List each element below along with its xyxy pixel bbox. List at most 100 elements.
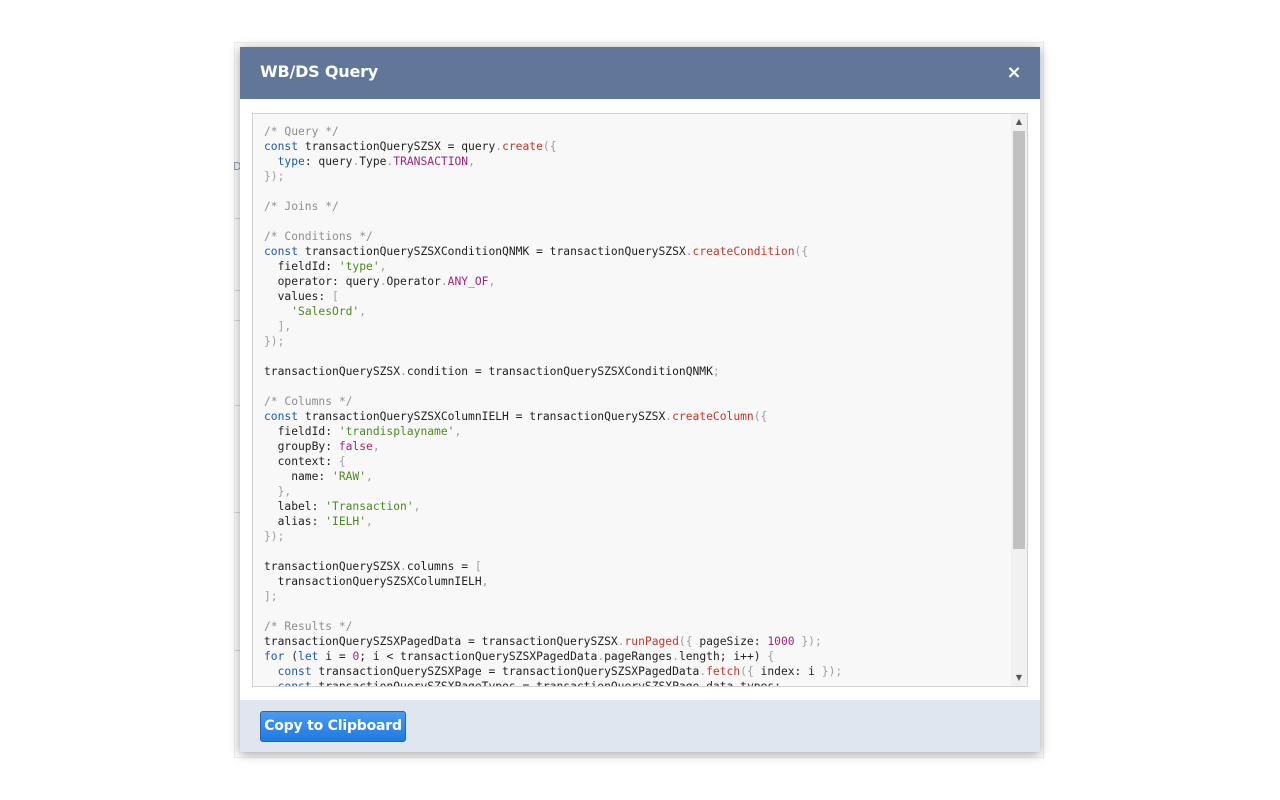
- code-textarea[interactable]: /* Query */const transactionQuerySZSX = …: [252, 113, 1028, 687]
- code-line: transactionQuerySZSXColumnIELH,: [264, 574, 1009, 589]
- code-token: });: [264, 170, 284, 183]
- scroll-down-arrow-icon[interactable]: ▼: [1011, 670, 1027, 686]
- modal-footer: Copy to Clipboard: [240, 700, 1040, 752]
- code-token: transactionQuerySZSXPagedData = transact…: [264, 635, 618, 648]
- scroll-up-arrow-icon[interactable]: ▲: [1011, 114, 1027, 130]
- code-token: ({: [679, 635, 693, 648]
- code-token: .: [686, 245, 693, 258]
- code-line: groupBy: false,: [264, 439, 1009, 454]
- code-line: const transactionQuerySZSX = query.creat…: [264, 139, 1009, 154]
- close-icon[interactable]: ×: [1002, 61, 1026, 85]
- code-line: fieldId: 'type',: [264, 259, 1009, 274]
- code-line: transactionQuerySZSX.columns = [: [264, 559, 1009, 574]
- code-token: (: [284, 650, 298, 663]
- code-token: for: [264, 650, 284, 663]
- code-token: ,: [366, 470, 373, 483]
- code-token: /* Joins */: [264, 200, 339, 213]
- code-line: label: 'Transaction',: [264, 499, 1009, 514]
- code-token: ,: [468, 155, 475, 168]
- code-token: },: [278, 485, 292, 498]
- code-token: let: [298, 650, 318, 663]
- code-line: const transactionQuerySZSXConditionQNMK …: [264, 244, 1009, 259]
- code-line: ],: [264, 319, 1009, 334]
- code-token: [: [475, 560, 482, 573]
- code-token: : query: [305, 155, 353, 168]
- code-token: fieldId:: [264, 425, 339, 438]
- code-token: condition = transactionQuerySZSXConditio…: [407, 365, 713, 378]
- code-line: /* Results */: [264, 619, 1009, 634]
- code-token: 'IELH': [325, 515, 366, 528]
- code-line: context: {: [264, 454, 1009, 469]
- code-line: 'SalesOrd',: [264, 304, 1009, 319]
- code-token: });: [264, 530, 284, 543]
- code-token: [264, 155, 278, 168]
- code-token: [264, 485, 278, 498]
- code-line: alias: 'IELH',: [264, 514, 1009, 529]
- code-line: for (let i = 0; i < transactionQuerySZSX…: [264, 649, 1009, 664]
- code-line: type: query.Type.TRANSACTION,: [264, 154, 1009, 169]
- code-token: operator: query: [264, 275, 380, 288]
- code-token: {: [339, 455, 346, 468]
- code-token: ; i < transactionQuerySZSXPagedData: [359, 650, 597, 663]
- code-line: [264, 349, 1009, 364]
- code-token: runPaged: [624, 635, 678, 648]
- code-token: const: [278, 680, 312, 686]
- code-token: 'type': [339, 260, 380, 273]
- modal-header: WB/DS Query ×: [240, 47, 1040, 99]
- code-token: values:: [264, 290, 332, 303]
- code-line: operator: query.Operator.ANY_OF,: [264, 274, 1009, 289]
- code-token: label:: [264, 500, 325, 513]
- code-token: ],: [278, 320, 292, 333]
- scroll-thumb[interactable]: [1013, 131, 1025, 549]
- code-token: ,: [454, 425, 461, 438]
- code-token: data: [706, 680, 733, 686]
- code-token: {: [767, 650, 774, 663]
- code-token: [: [332, 290, 339, 303]
- code-token: const: [264, 140, 298, 153]
- code-token: transactionQuerySZSXPageTypes = transact…: [312, 680, 700, 686]
- code-line: const transactionQuerySZSXPage = transac…: [264, 664, 1009, 679]
- copy-to-clipboard-button[interactable]: Copy to Clipboard: [260, 711, 406, 742]
- code-line: const transactionQuerySZSXPageTypes = tr…: [264, 679, 1009, 686]
- code-token: transactionQuerySZSX = query: [298, 140, 495, 153]
- code-token: ,: [359, 305, 366, 318]
- code-token: type: [278, 155, 305, 168]
- code-line: },: [264, 484, 1009, 499]
- code-token: .: [441, 275, 448, 288]
- code-token: TRANSACTION: [393, 155, 468, 168]
- code-token: [264, 320, 278, 333]
- code-line: [264, 604, 1009, 619]
- code-token: const: [278, 665, 312, 678]
- code-token: .: [400, 560, 407, 573]
- code-token: types;: [740, 680, 781, 686]
- code-token: 'SalesOrd': [291, 305, 359, 318]
- code-block: /* Query */const transactionQuerySZSX = …: [264, 124, 1009, 686]
- code-token: ,: [488, 275, 495, 288]
- code-token: create: [502, 140, 543, 153]
- code-line: ];: [264, 589, 1009, 604]
- code-token: /* Query */: [264, 125, 339, 138]
- code-line: /* Joins */: [264, 199, 1009, 214]
- code-token: ,: [366, 515, 373, 528]
- code-token: ({: [740, 665, 754, 678]
- code-token: columns =: [407, 560, 475, 573]
- code-line: [264, 184, 1009, 199]
- code-token: });: [822, 665, 842, 678]
- code-token: transactionQuerySZSXColumnIELH: [264, 575, 482, 588]
- code-line: transactionQuerySZSX.condition = transac…: [264, 364, 1009, 379]
- code-token: transactionQuerySZSXConditionQNMK = tran…: [298, 245, 686, 258]
- code-token: ANY_OF: [448, 275, 489, 288]
- code-token: Type: [359, 155, 386, 168]
- code-token: ({: [543, 140, 557, 153]
- code-token: ];: [264, 590, 278, 603]
- code-line: /* Conditions */: [264, 229, 1009, 244]
- code-token: .: [672, 650, 679, 663]
- code-token: 'trandisplayname': [339, 425, 455, 438]
- code-token: [264, 305, 291, 318]
- code-token: name:: [264, 470, 332, 483]
- code-line: transactionQuerySZSXPagedData = transact…: [264, 634, 1009, 649]
- vertical-scrollbar[interactable]: ▲ ▼: [1011, 114, 1027, 686]
- code-token: ,: [414, 500, 421, 513]
- code-token: [264, 680, 278, 686]
- code-line: fieldId: 'trandisplayname',: [264, 424, 1009, 439]
